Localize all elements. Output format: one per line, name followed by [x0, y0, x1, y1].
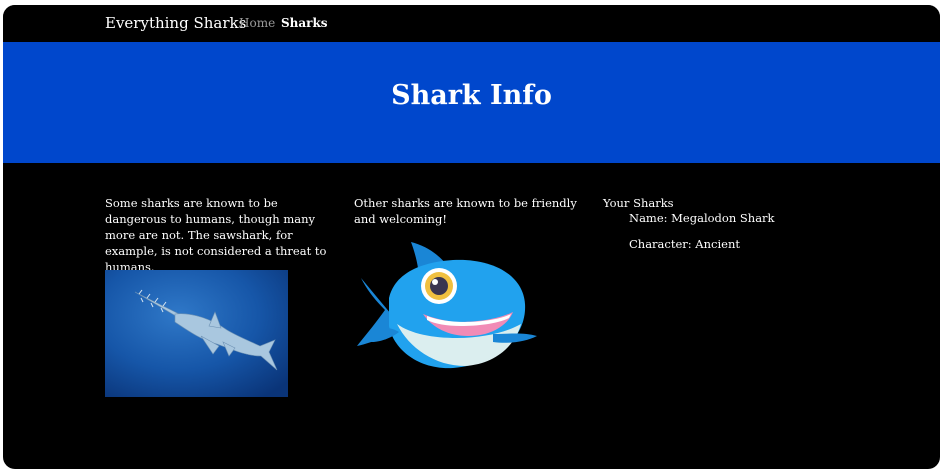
navbar: Everything Sharks Home Sharks	[3, 5, 940, 42]
middle-column-text: Other sharks are known to be friendly an…	[354, 196, 577, 226]
shark-name: Name: Megalodon Shark	[629, 211, 775, 225]
left-column-text: Some sharks are known to be dangerous to…	[105, 196, 327, 274]
shark-character: Character: Ancient	[629, 237, 740, 251]
cartoon-shark-icon	[357, 242, 537, 369]
page-title: Shark Info	[391, 80, 552, 111]
nav-link-sharks[interactable]: Sharks	[281, 16, 328, 30]
sawshark-photo	[105, 270, 288, 397]
sawshark-photo-image	[105, 270, 288, 397]
brand-link[interactable]: Everything Sharks	[105, 14, 246, 32]
your-sharks-heading: Your Sharks	[603, 196, 674, 210]
cartoon-shark-image	[353, 238, 539, 372]
nav-link-home[interactable]: Home	[239, 16, 275, 30]
browser-viewport: Everything Sharks Home Sharks Shark Info…	[3, 5, 940, 469]
hero-banner: Shark Info	[3, 42, 940, 163]
